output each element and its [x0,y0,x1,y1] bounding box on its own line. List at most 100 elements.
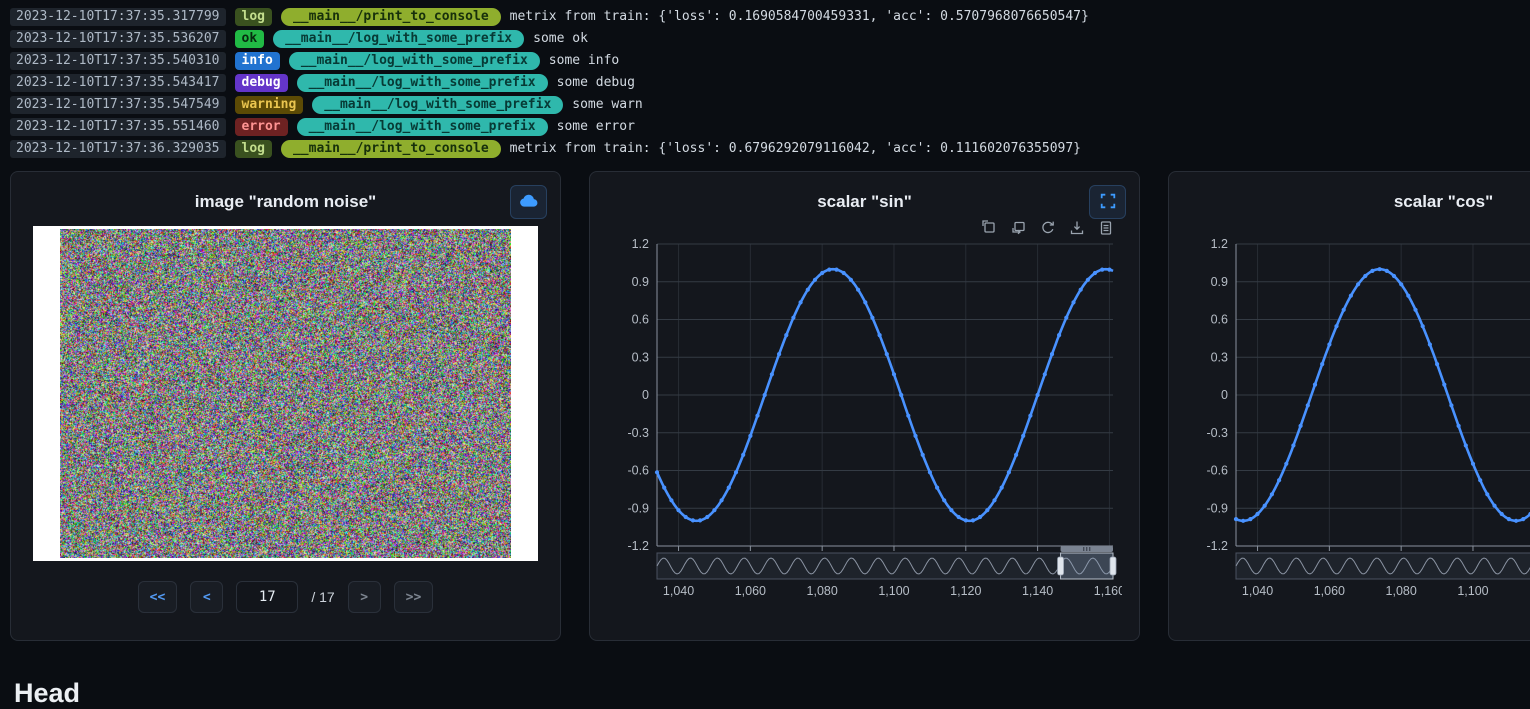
log-source-badge: __main__/log_with_some_prefix [273,30,524,48]
datazoom-slider[interactable] [1236,546,1530,579]
cos-chart-card: scalar "cos" 1.20.90.60.30-0.3-0.6-0.9-1… [1168,171,1530,641]
last-page-button[interactable]: >> [394,581,434,613]
svg-text:1,060: 1,060 [1314,584,1345,598]
svg-text:1,100: 1,100 [878,584,909,598]
image-card: image "random noise" << < / 17 > >> [10,171,561,641]
image-pagination: << < / 17 > >> [11,581,560,613]
svg-text:0: 0 [1221,388,1228,402]
log-timestamp: 2023-12-10T17:37:35.543417 [10,74,226,92]
log-source-badge: __main__/log_with_some_prefix [297,74,548,92]
log-source-badge: __main__/print_to_console [281,8,501,26]
log-row: 2023-12-10T17:37:35.540310 info __main__/l… [10,50,1530,71]
svg-text:1,040: 1,040 [1242,584,1273,598]
section-heading: Head [14,678,1530,709]
zoom-reset-icon[interactable] [1011,220,1027,236]
cloud-download-icon [519,193,539,212]
log-level-badge: info [235,52,280,70]
svg-text:1,080: 1,080 [807,584,838,598]
first-page-button[interactable]: << [138,581,178,613]
sin-chart-title: scalar "sin" [590,192,1139,212]
sin-chart-card: scalar "sin" 1.2 0.9 0.6 0.3 0 -0.3 -0.6 -0.9 -1… [589,171,1140,641]
datazoom-handle-left[interactable] [1058,557,1064,575]
log-timestamp: 2023-12-10T17:37:35.551460 [10,118,226,136]
page-total-label: / 17 [311,589,334,605]
svg-text:1,120: 1,120 [950,584,981,598]
log-level-badge: debug [235,74,288,92]
log-timestamp: 2023-12-10T17:37:36.329035 [10,140,226,158]
svg-text:-0.3: -0.3 [627,426,649,440]
log-row: 2023-12-10T17:37:36.329035 log __main__/pr… [10,138,1530,159]
data-view-icon[interactable] [1098,220,1114,236]
svg-text:0.6: 0.6 [1211,313,1228,327]
log-level-badge: error [235,118,288,136]
log-message: some error [557,119,635,134]
log-level-badge: warning [235,96,304,114]
sin-chart-plot[interactable]: 1.2 0.9 0.6 0.3 0 -0.3 -0.6 -0.9 -1.2 1,040 1,060 1… [607,216,1122,620]
log-source-badge: __main__/log_with_some_prefix [289,52,540,70]
log-row: 2023-12-10T17:37:35.547549 warning __main_… [10,94,1530,115]
svg-text:-0.9: -0.9 [1206,501,1228,515]
panels-row: image "random noise" << < / 17 > >> [10,171,1530,641]
cos-chart-plot[interactable]: 1.20.90.60.30-0.3-0.6-0.9-1.21,0401,0601… [1186,216,1530,620]
svg-text:1,080: 1,080 [1386,584,1417,598]
svg-text:1,100: 1,100 [1457,584,1488,598]
log-level-badge: log [235,140,272,158]
noise-image [60,229,511,558]
svg-text:1,040: 1,040 [663,584,694,598]
svg-text:1.2: 1.2 [632,237,649,251]
cloud-download-button[interactable] [510,185,547,219]
log-timestamp: 2023-12-10T17:37:35.540310 [10,52,226,70]
log-message: metrix from train: {'loss': 0.1690584700… [510,9,1089,24]
sin-chart: 1.2 0.9 0.6 0.3 0 -0.3 -0.6 -0.9 -1.2 1,040 1,060 1… [607,216,1122,620]
log-row: 2023-12-10T17:37:35.536207 ok __main__/log… [10,28,1530,49]
log-message: some debug [557,75,635,90]
fullscreen-icon [1099,192,1117,213]
svg-text:0.3: 0.3 [632,350,649,364]
download-icon[interactable] [1069,220,1085,236]
svg-text:1,060: 1,060 [735,584,766,598]
svg-text:0.3: 0.3 [1211,350,1228,364]
noise-figure-frame [33,226,538,561]
log-timestamp: 2023-12-10T17:37:35.317799 [10,8,226,26]
svg-text:0.6: 0.6 [632,313,649,327]
cos-chart-title: scalar "cos" [1169,192,1530,212]
log-timestamp: 2023-12-10T17:37:35.536207 [10,30,226,48]
prev-page-button[interactable]: < [190,581,223,613]
cos-chart: 1.20.90.60.30-0.3-0.6-0.9-1.21,0401,0601… [1186,216,1530,620]
log-level-badge: log [235,8,272,26]
svg-text:-1.2: -1.2 [1206,539,1228,553]
log-row: 2023-12-10T17:37:35.317799 log __main__/pr… [10,6,1530,27]
log-level-badge: ok [235,30,265,48]
app-root: 2023-12-10T17:37:35.317799 log __main__/pr… [0,0,1530,709]
next-page-button[interactable]: > [348,581,381,613]
svg-text:-0.9: -0.9 [627,501,649,515]
log-console: 2023-12-10T17:37:35.317799 log __main__/pr… [0,0,1530,163]
log-timestamp: 2023-12-10T17:37:35.547549 [10,96,226,114]
svg-text:-1.2: -1.2 [627,539,649,553]
svg-text:0.9: 0.9 [632,275,649,289]
svg-text:1,160: 1,160 [1094,584,1122,598]
svg-text:1,140: 1,140 [1022,584,1053,598]
page-input[interactable] [236,581,298,613]
log-source-badge: __main__/print_to_console [281,140,501,158]
log-message: some warn [572,97,642,112]
datazoom-window[interactable] [1061,553,1113,579]
svg-text:0.9: 0.9 [1211,275,1228,289]
svg-text:0: 0 [642,388,649,402]
log-source-badge: __main__/log_with_some_prefix [312,96,563,114]
log-message: some ok [533,31,588,46]
zoom-select-icon[interactable] [982,220,998,236]
fullscreen-button[interactable] [1089,185,1126,219]
svg-text:-0.6: -0.6 [627,464,649,478]
log-message: metrix from train: {'loss': 0.6796292079… [510,141,1081,156]
svg-text:1.2: 1.2 [1211,237,1228,251]
log-row: 2023-12-10T17:37:35.551460 error __main__/… [10,116,1530,137]
log-message: some info [549,53,619,68]
image-card-title: image "random noise" [11,192,560,212]
log-source-badge: __main__/log_with_some_prefix [297,118,548,136]
datazoom-slider[interactable] [657,546,1116,579]
restore-icon[interactable] [1040,220,1056,236]
datazoom-handle-right[interactable] [1110,557,1116,575]
chart-toolbox [982,220,1114,236]
svg-text:-0.3: -0.3 [1206,426,1228,440]
